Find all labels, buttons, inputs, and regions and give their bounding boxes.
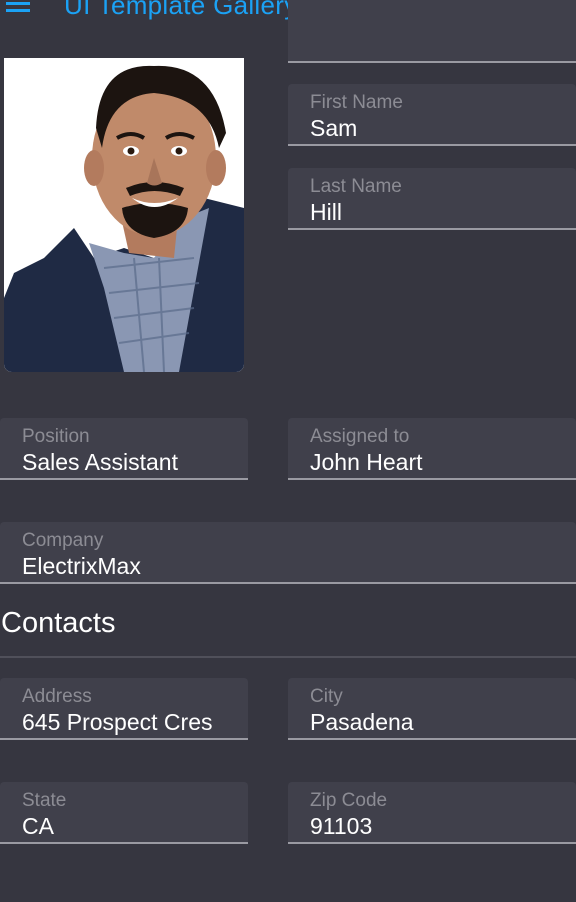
city-value: Pasadena [310, 709, 414, 735]
company-field[interactable]: Company ElectrixMax [0, 522, 576, 584]
hidden-field-above[interactable] [288, 0, 576, 63]
last-name-field[interactable]: Last Name Hill [288, 168, 576, 230]
company-value: ElectrixMax [22, 553, 141, 579]
state-value: CA [22, 813, 54, 839]
contacts-section-title: Contacts [1, 607, 116, 639]
app-title: UI Template Gallery [64, 0, 298, 20]
assigned-to-label: Assigned to [310, 426, 410, 447]
city-label: City [310, 686, 343, 707]
state-label: State [22, 790, 67, 811]
address-value: 645 Prospect Cres [22, 709, 213, 735]
zip-code-label: Zip Code [310, 790, 388, 811]
assigned-to-value: John Heart [310, 449, 423, 475]
company-label: Company [22, 530, 104, 551]
address-field[interactable]: Address 645 Prospect Cres [0, 678, 248, 740]
first-name-label: First Name [310, 92, 403, 113]
city-field[interactable]: City Pasadena [288, 678, 576, 740]
last-name-label: Last Name [310, 176, 402, 197]
position-field[interactable]: Position Sales Assistant [0, 418, 248, 480]
zip-code-value: 91103 [310, 813, 373, 839]
first-name-value: Sam [310, 115, 358, 141]
first-name-field[interactable]: First Name Sam [288, 84, 576, 146]
position-value: Sales Assistant [22, 449, 178, 475]
position-label: Position [22, 426, 90, 447]
section-divider [0, 656, 576, 658]
last-name-value: Hill [310, 199, 342, 225]
address-label: Address [22, 686, 92, 707]
hamburger-menu-icon[interactable] [6, 0, 30, 16]
state-field[interactable]: State CA [0, 782, 248, 844]
assigned-to-field[interactable]: Assigned to John Heart [288, 418, 576, 480]
zip-code-field[interactable]: Zip Code 91103 [288, 782, 576, 844]
employee-photo [4, 58, 244, 372]
